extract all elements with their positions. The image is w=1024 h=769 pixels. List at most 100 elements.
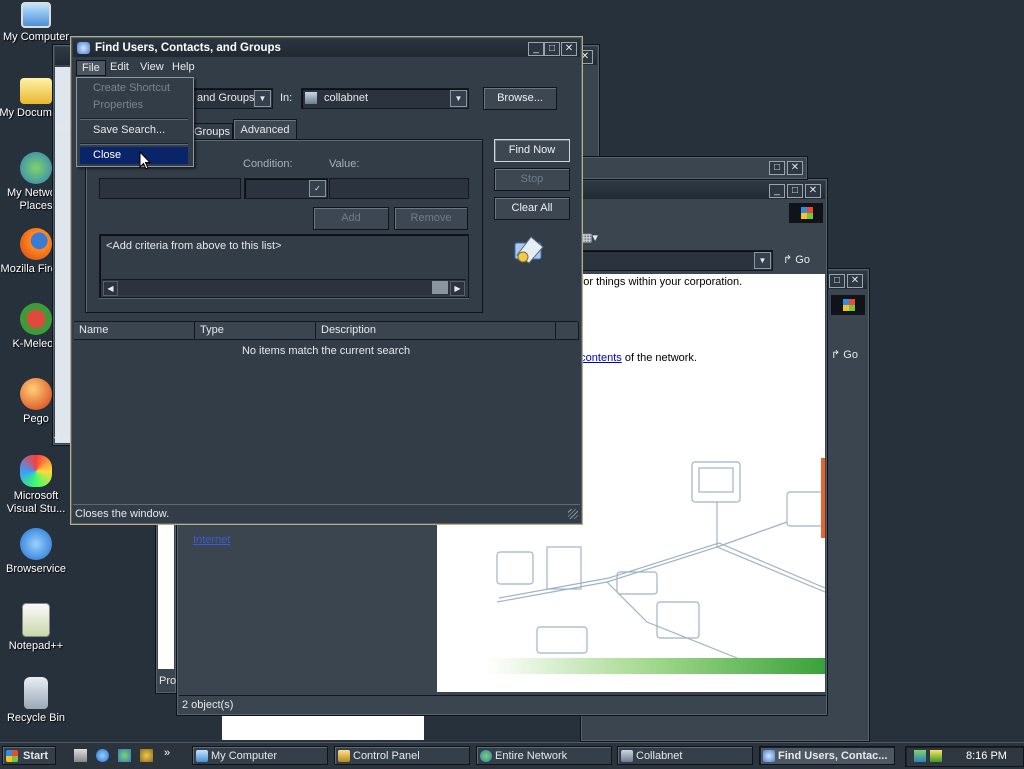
recycle-bin-icon	[24, 677, 48, 709]
show-desktop-icon[interactable]	[74, 749, 87, 762]
condition-combo[interactable]: ✓	[244, 178, 328, 199]
domain-icon	[621, 750, 633, 762]
column-header-type[interactable]: Type	[195, 322, 316, 340]
chevron-down-icon[interactable]: ▼	[450, 90, 467, 107]
add-button[interactable]: Add	[313, 207, 389, 230]
desktop-icon-my-computer[interactable]: My Computer	[0, 2, 74, 44]
network-icon[interactable]	[118, 749, 131, 762]
menu-item-save-search[interactable]: Save Search...	[80, 122, 188, 139]
remove-button[interactable]: Remove	[394, 207, 468, 230]
find-type-combo[interactable]: and Groups ▼	[191, 88, 273, 109]
scroll-thumb[interactable]	[432, 281, 448, 294]
start-button[interactable]: Start	[2, 746, 56, 765]
control-panel-icon	[338, 750, 350, 762]
kmeleon-icon	[20, 303, 52, 335]
tab-advanced[interactable]: Advanced	[233, 119, 297, 140]
internet-link[interactable]: Internet	[193, 534, 230, 546]
results-list[interactable]: Name Type Description No items match the…	[74, 321, 579, 502]
stop-button[interactable]: Stop	[494, 168, 570, 191]
pego-icon	[20, 378, 52, 410]
network-contents-text: e contents of the network.	[571, 352, 697, 364]
tray-app-icon[interactable]	[930, 750, 942, 762]
window-close-button[interactable]: ✕	[847, 274, 863, 288]
menu-file[interactable]: File	[76, 60, 106, 76]
field-selector[interactable]	[99, 178, 241, 199]
minimize-button[interactable]: _	[528, 42, 544, 56]
close-button[interactable]: ✕	[561, 42, 577, 56]
internet-link-container: Internet	[193, 534, 230, 546]
find-dialog-titlebar[interactable]: Find Users, Contacts, and Groups _ □ ✕	[73, 39, 580, 57]
window-close-button[interactable]: ✕	[787, 161, 803, 175]
column-header-description[interactable]: Description	[316, 322, 556, 340]
menu-item-create-shortcut[interactable]: Create Shortcut	[80, 80, 188, 97]
ie-icon[interactable]	[96, 749, 109, 762]
status-fragment: 4 o	[54, 431, 70, 443]
domain-icon	[305, 92, 317, 104]
accent-stripe	[821, 458, 825, 538]
criteria-list[interactable]: <Add criteria from above to this list> ◀…	[99, 234, 469, 298]
tray-network-icon[interactable]	[914, 750, 926, 762]
status-bar: Closes the window.	[73, 504, 580, 523]
column-header-name[interactable]: Name	[74, 322, 195, 340]
chevron-down-icon[interactable]: ✓	[309, 180, 326, 197]
menu-separator	[80, 143, 188, 145]
scroll-left-icon[interactable]: ◀	[103, 281, 118, 296]
go-button[interactable]: ↱ Go	[783, 252, 823, 269]
desktop-icon-notepadpp[interactable]: Notepad++	[0, 603, 74, 653]
visual-studio-icon	[20, 455, 52, 487]
horizontal-scrollbar[interactable]: ◀ ▶	[102, 279, 466, 296]
desktop-icon-visual-studio[interactable]: Microsoft Visual Stu...	[0, 455, 74, 516]
menu-item-close[interactable]: Close	[80, 147, 188, 164]
file-menu-dropdown: Create Shortcut Properties Save Search..…	[76, 77, 194, 167]
browse-button[interactable]: Browse...	[483, 87, 557, 110]
windows-logo-icon	[6, 750, 18, 762]
in-location-combo[interactable]: collabnet ▼	[301, 88, 469, 109]
task-entire-network[interactable]: Entire Network	[476, 746, 612, 765]
criteria-placeholder: <Add criteria from above to this list>	[106, 240, 282, 252]
toolbar-fragment: Ac	[58, 123, 71, 135]
network-icon	[480, 750, 492, 762]
window-close-button[interactable]: ✕	[805, 184, 821, 198]
value-input[interactable]	[329, 178, 469, 199]
menu-view[interactable]: View	[135, 60, 169, 74]
menu-edit[interactable]: Edit	[105, 60, 134, 74]
task-control-panel[interactable]: Control Panel	[334, 746, 470, 765]
window-behind-titlebar[interactable]: □ ✕	[580, 156, 808, 180]
desktop-icon-browservice[interactable]: Browservice	[0, 528, 74, 576]
computer-icon	[196, 750, 208, 762]
folder-icon	[20, 78, 52, 104]
menu-help[interactable]: Help	[167, 60, 200, 74]
go-arrow-icon: ↱	[831, 349, 841, 361]
task-collabnet[interactable]: Collabnet	[617, 746, 753, 765]
column-header-extra[interactable]	[556, 322, 579, 340]
views-icon[interactable]: ▦▾	[582, 231, 598, 244]
search-magnifier-icon	[514, 236, 544, 264]
info-text: n for things within your corporation.	[571, 276, 743, 288]
clock[interactable]: 8:16 PM	[966, 750, 1007, 762]
chevron-down-icon[interactable]: ▼	[754, 252, 771, 269]
task-my-computer[interactable]: My Computer	[192, 746, 328, 765]
maximize-button[interactable]: □	[544, 42, 560, 56]
ie-icon	[20, 528, 52, 560]
window-maximize-button[interactable]: □	[829, 274, 845, 288]
desktop-icon-recycle-bin[interactable]: Recycle Bin	[0, 677, 74, 725]
chevron-right-icon[interactable]: »	[164, 747, 170, 759]
firefox-icon	[20, 228, 52, 260]
address-combo[interactable]: ▼	[581, 250, 773, 271]
task-find-users[interactable]: Find Users, Contac...	[759, 746, 895, 765]
window-maximize-button[interactable]: □	[787, 184, 803, 198]
tab-groups[interactable]: Groups	[191, 123, 233, 140]
resize-grip-icon[interactable]	[568, 509, 578, 519]
clear-all-button[interactable]: Clear All	[494, 197, 570, 220]
scroll-right-icon[interactable]: ▶	[450, 281, 465, 296]
find-icon	[763, 750, 775, 762]
in-label: In:	[280, 92, 293, 104]
go-button[interactable]: ↱ Go	[831, 347, 867, 364]
find-icon[interactable]	[140, 749, 153, 762]
chevron-down-icon[interactable]: ▼	[254, 90, 271, 107]
window-minimize-button[interactable]: _	[769, 184, 785, 198]
find-now-button[interactable]: Find Now	[494, 139, 570, 162]
window-maximize-button[interactable]: □	[769, 161, 785, 175]
go-arrow-icon: ↱	[783, 254, 793, 266]
menu-item-properties[interactable]: Properties	[80, 97, 188, 114]
